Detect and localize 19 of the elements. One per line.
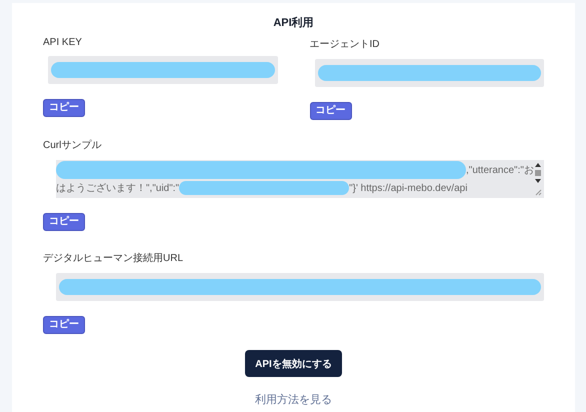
input-field[interactable]	[56, 273, 544, 301]
scrollbar-drawing	[534, 162, 542, 196]
copy-button[interactable]: コピー	[43, 213, 85, 231]
code-text: "}' https://api-mebo.dev/api	[349, 182, 468, 194]
input-field[interactable]	[314, 59, 544, 87]
code-text: ,"utterance":"お	[466, 164, 534, 177]
disable-api-button[interactable]: APIを無効にする	[245, 350, 342, 377]
field-label: Curlサンプル	[43, 138, 102, 152]
code-field[interactable]: ,"utterance":"お はようございます！","uid":" "}' https://api-mebo.dev/api	[56, 160, 544, 198]
field-label: API KEY	[43, 37, 83, 48]
field-label: デジタルヒューマン接続用URL	[43, 252, 184, 265]
copy-button[interactable]: コピー	[43, 316, 85, 334]
code-text: はようございます！","uid":"	[56, 182, 180, 195]
usage-link[interactable]: 利用方法を見る	[255, 392, 332, 407]
input-field[interactable]	[48, 56, 278, 84]
copy-button[interactable]: コピー	[43, 99, 85, 117]
copy-button[interactable]: コピー	[310, 102, 352, 120]
field-label: エージェントID	[310, 38, 380, 51]
section-title: API利用	[272, 16, 315, 31]
